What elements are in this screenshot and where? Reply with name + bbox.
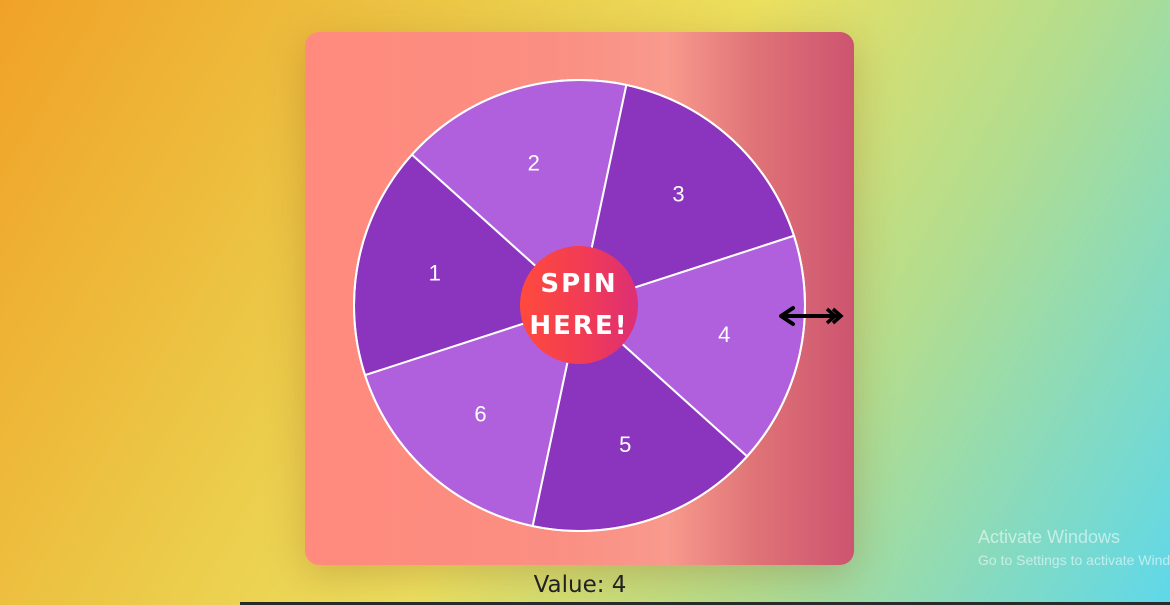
- watermark-title: Activate Windows: [978, 527, 1121, 547]
- wheel-segment-label-5: 5: [619, 432, 631, 457]
- activation-watermark: Activate Windows Go to Settings to activ…: [978, 527, 1170, 568]
- spin-button[interactable]: SPIN HERE!: [520, 246, 638, 364]
- wheel-segment-label-2: 2: [528, 151, 540, 176]
- arrow-left-icon: [779, 306, 844, 326]
- wheel-card: 1 2 3 4 5 6 SPIN HERE!: [305, 32, 854, 565]
- spin-button-line2: HERE!: [529, 311, 629, 341]
- wheel-segment-label-1: 1: [429, 261, 441, 286]
- result-value: Value: 4: [533, 572, 627, 598]
- wheel-segment-label-3: 3: [672, 181, 684, 206]
- watermark-subtitle: Go to Settings to activate Windows.: [978, 552, 1170, 568]
- wheel-segment-label-4: 4: [718, 322, 730, 347]
- wheel-segment-label-6: 6: [474, 401, 486, 426]
- spin-button-line1: SPIN: [540, 269, 618, 299]
